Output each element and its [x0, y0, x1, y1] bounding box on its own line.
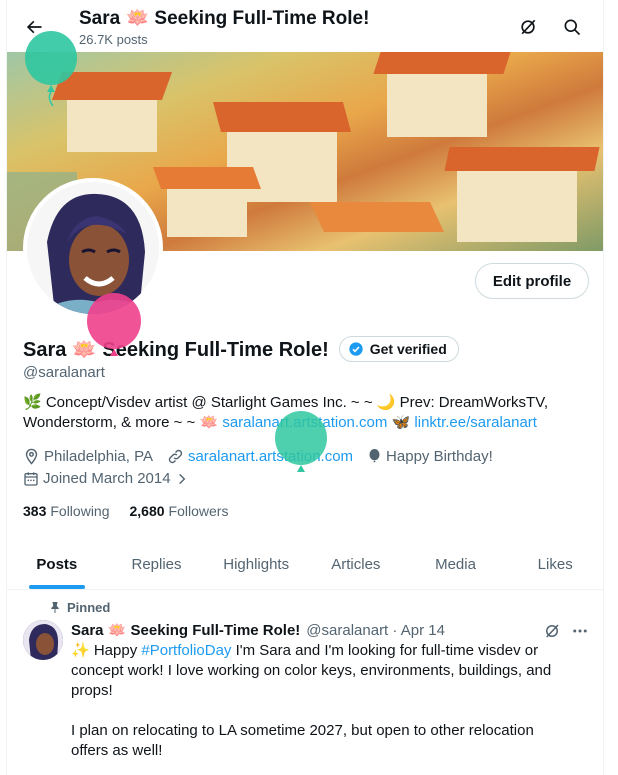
following-link[interactable]: 383 Following — [23, 503, 110, 519]
location-text: Philadelphia, PA — [44, 448, 153, 465]
profile-meta: Philadelphia, PA saralanart.artstation.c… — [23, 448, 507, 465]
search-icon[interactable] — [557, 12, 587, 42]
post-body: ✨ Happy #PortfolioDay I'm Sara and I'm l… — [71, 641, 571, 775]
pin-icon — [51, 602, 59, 613]
balloon-green-icon — [25, 31, 77, 106]
tab-likes[interactable]: Likes — [505, 540, 603, 589]
followers-label: Followers — [168, 503, 229, 519]
verified-badge-icon — [349, 342, 363, 356]
tab-posts[interactable]: Posts — [7, 540, 107, 589]
calendar-icon — [24, 471, 38, 486]
top-bar: Sara 🪷 Seeking Full-Time Role! 26.7K pos… — [7, 0, 603, 52]
bio-link-linktree[interactable]: linktr.ee/saralanart — [414, 414, 537, 431]
post-paragraph-1: ✨ Happy #PortfolioDay I'm Sara and I'm l… — [71, 641, 571, 701]
birthday-text: Happy Birthday! — [386, 448, 493, 465]
tab-highlights[interactable]: Highlights — [206, 540, 306, 589]
location-item: Philadelphia, PA — [23, 448, 153, 465]
display-name: Sara 🪷 Seeking Full-Time Role! — [23, 338, 329, 361]
following-count: 383 — [23, 503, 47, 519]
following-label: Following — [50, 503, 110, 519]
bio-separator: 🦋 — [387, 414, 415, 431]
tab-replies[interactable]: Replies — [107, 540, 207, 589]
post-author-meta[interactable]: @saralanart · Apr 14 — [306, 622, 445, 639]
profile-tabs: Posts Replies Highlights Articles Media … — [7, 540, 603, 590]
post-paragraph-2: I plan on relocating to LA sometime 2027… — [71, 722, 534, 759]
tab-articles[interactable]: Articles — [306, 540, 406, 589]
balloon-teal-icon — [275, 411, 327, 472]
link-icon — [168, 449, 183, 464]
pinned-text: Pinned — [67, 600, 111, 615]
post-header: Sara 🪷 Seeking Full-Time Role! @saralana… — [71, 621, 445, 640]
balloon-pink-icon — [87, 293, 141, 356]
location-icon — [25, 448, 38, 465]
joined-text: Joined March 2014 — [43, 470, 171, 487]
chevron-right-icon — [178, 473, 185, 484]
bio-text: Wonderstorm, & more ~ ~ 🪷 — [23, 414, 223, 431]
edit-profile-button[interactable]: Edit profile — [475, 263, 589, 299]
balloon-icon — [369, 449, 380, 463]
post-text-part: ✨ Happy #PortfolioDay I'm Sara and I'm l… — [71, 642, 552, 699]
profile-page: Sara 🪷 Seeking Full-Time Role! 26.7K pos… — [6, 0, 604, 775]
pinned-label: Pinned — [49, 600, 110, 615]
post-count: 26.7K posts — [79, 32, 148, 47]
followers-count: 2,680 — [129, 503, 165, 519]
grok-icon[interactable] — [513, 12, 543, 42]
followers-link[interactable]: 2,680 Followers — [130, 503, 229, 519]
profile-handle: @saralanart — [23, 364, 105, 381]
post-hashtag[interactable]: #PortfolioDay — [141, 642, 231, 659]
get-verified-button[interactable]: Get verified — [338, 336, 459, 362]
page-title: Sara 🪷 Seeking Full-Time Role! — [79, 8, 370, 29]
birthday-item: Happy Birthday! — [367, 448, 493, 465]
post-author-avatar[interactable] — [23, 620, 63, 660]
joined-item: Joined March 2014 — [23, 470, 193, 487]
joined-row[interactable]: Joined March 2014 — [23, 470, 207, 487]
follow-counts: 383 Following 2,680 Followers — [23, 503, 248, 519]
get-verified-label: Get verified — [369, 341, 447, 357]
tab-media[interactable]: Media — [406, 540, 506, 589]
post-author-name[interactable]: Sara 🪷 Seeking Full-Time Role! — [71, 621, 300, 639]
